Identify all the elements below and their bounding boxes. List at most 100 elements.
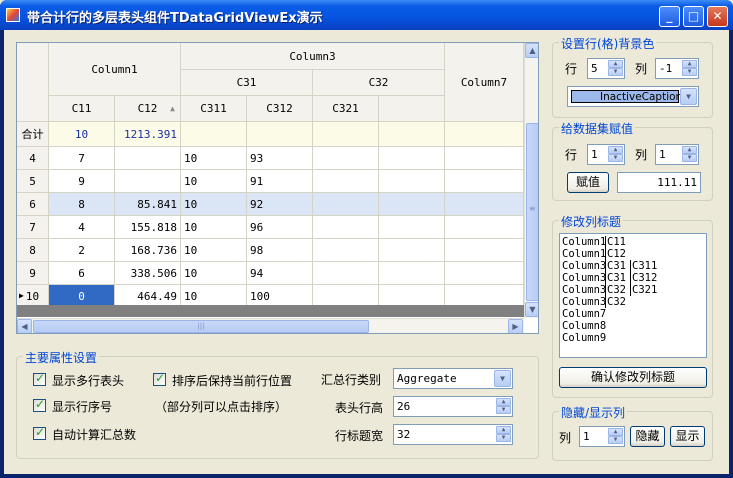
spin-up-icon[interactable]: ▲	[608, 60, 623, 68]
close-button[interactable]: ✕	[707, 6, 728, 27]
header-c321[interactable]: C321	[313, 96, 379, 122]
header-c12[interactable]: C12 ▲	[115, 96, 181, 122]
spin-up-icon[interactable]: ▲	[682, 146, 697, 154]
keep-row-checkbox[interactable]	[153, 371, 166, 386]
cell-c11[interactable]: 4	[49, 216, 115, 239]
cell-c312[interactable]: 92	[247, 193, 313, 216]
spin-up-icon[interactable]: ▲	[608, 146, 623, 154]
header-c31[interactable]: C31	[181, 70, 313, 96]
caption-list-item[interactable]: C321	[632, 284, 657, 296]
cell-c321[interactable]	[313, 262, 379, 285]
vertical-scroll-thumb[interactable]: ≡	[526, 123, 538, 301]
cell-c321[interactable]	[313, 193, 379, 216]
multi-header-checkbox[interactable]	[33, 371, 46, 386]
header-column7[interactable]: Column7	[445, 43, 524, 122]
header-c32[interactable]: C32	[313, 70, 445, 96]
cell-column7[interactable]	[445, 193, 524, 216]
row-header-width-spinner[interactable]: 32 ▲ ▼	[393, 424, 513, 445]
cell-c11[interactable]: 2	[49, 239, 115, 262]
spin-up-icon[interactable]: ▲	[682, 60, 697, 68]
hide-col-spin-buttons[interactable]: ▲ ▼	[608, 428, 623, 445]
spin-up-icon[interactable]: ▲	[608, 428, 623, 436]
scroll-right-button[interactable]: ▶	[508, 319, 523, 333]
row-header[interactable]: 9	[17, 262, 49, 285]
spin-down-icon[interactable]: ▼	[496, 406, 511, 414]
keep-row-label[interactable]: 排序后保持当前行位置	[172, 372, 292, 389]
header-c322[interactable]	[379, 96, 445, 122]
auto-sum-label[interactable]: 自动计算汇总数	[52, 426, 136, 443]
sum-type-combobox[interactable]: Aggregate ▼	[393, 368, 513, 389]
spin-up-icon[interactable]: ▲	[496, 426, 511, 434]
show-button[interactable]: 显示	[670, 426, 705, 447]
cell-c322[interactable]	[379, 262, 445, 285]
grid-vertical-scrollbar[interactable]: ▲ ≡ ▼	[524, 43, 538, 318]
spin-down-icon[interactable]: ▼	[682, 68, 697, 76]
header-c311[interactable]: C311	[181, 96, 247, 122]
cell-c311[interactable]: 10	[181, 170, 247, 193]
cell-c12[interactable]: 85.841	[115, 193, 181, 216]
spin-down-icon[interactable]: ▼	[496, 434, 511, 442]
cell-c12[interactable]	[115, 147, 181, 170]
header-column1[interactable]: Column1	[49, 43, 181, 96]
bgcolor-col-spin-buttons[interactable]: ▲ ▼	[682, 60, 697, 77]
bgcolor-col-spinner[interactable]: -1 ▲ ▼	[655, 58, 699, 79]
caption-list-item[interactable]: C311	[632, 260, 657, 272]
caption-list-item[interactable]: Column1	[562, 248, 606, 260]
hide-col-spinner[interactable]: 1 ▲ ▼	[579, 426, 625, 447]
row-header[interactable]: 8	[17, 239, 49, 262]
confirm-caption-button[interactable]: 确认修改列标题	[559, 367, 707, 388]
cell-c12[interactable]: 338.506	[115, 262, 181, 285]
row-header[interactable]: 4	[17, 147, 49, 170]
caption-list-item[interactable]: C12	[607, 248, 626, 260]
caption-list-item[interactable]: Column3	[562, 272, 606, 284]
caption-list-item[interactable]: C32	[607, 284, 626, 296]
bgcolor-row-spinner[interactable]: 5 ▲ ▼	[587, 58, 625, 79]
cell-column7[interactable]	[445, 239, 524, 262]
spin-down-icon[interactable]: ▼	[682, 154, 697, 162]
cell-column7[interactable]	[445, 262, 524, 285]
title-bar[interactable]: 带合计行的多层表头组件TDataGridViewEx演示 _ □ ✕	[0, 0, 733, 30]
minimize-button[interactable]: _	[659, 6, 680, 27]
cell-c322[interactable]	[379, 193, 445, 216]
scroll-down-button[interactable]: ▼	[525, 302, 538, 317]
cell-c311[interactable]: 10	[181, 262, 247, 285]
caption-list-item[interactable]: Column3	[562, 260, 606, 272]
spin-up-icon[interactable]: ▲	[496, 398, 511, 406]
caption-list-item[interactable]: Column1	[562, 236, 606, 248]
header-column3[interactable]: Column3	[181, 43, 445, 70]
maximize-button[interactable]: □	[683, 6, 704, 27]
multi-header-label[interactable]: 显示多行表头	[52, 372, 124, 389]
assign-row-spinner[interactable]: 1 ▲ ▼	[587, 144, 625, 165]
cell-c11[interactable]: 7	[49, 147, 115, 170]
cell-c321[interactable]	[313, 147, 379, 170]
caption-list-item[interactable]: Column3	[562, 296, 606, 308]
row-header[interactable]: 7	[17, 216, 49, 239]
horizontal-scroll-thumb[interactable]: |||	[33, 320, 369, 333]
sum-type-dropdown-icon[interactable]: ▼	[494, 370, 511, 387]
cell-c322[interactable]	[379, 147, 445, 170]
cell-column7[interactable]	[445, 216, 524, 239]
cell-c12[interactable]: 155.818	[115, 216, 181, 239]
app-icon[interactable]	[6, 8, 20, 22]
header-c312[interactable]: C312	[247, 96, 313, 122]
cell-c312[interactable]: 94	[247, 262, 313, 285]
cell-c311[interactable]: 10	[181, 193, 247, 216]
caption-list-item[interactable]: Column3	[562, 284, 606, 296]
color-dropdown-button[interactable]: ▼	[680, 88, 697, 105]
caption-list-item[interactable]: C11	[607, 236, 626, 248]
cell-c311[interactable]: 10	[181, 239, 247, 262]
assign-button[interactable]: 赋值	[567, 172, 609, 193]
row-number-label[interactable]: 显示行序号	[52, 398, 112, 415]
cell-c12[interactable]	[115, 170, 181, 193]
header-height-spin-buttons[interactable]: ▲ ▼	[496, 398, 511, 415]
color-combobox[interactable]: InactiveCaption ▼	[567, 86, 699, 107]
bgcolor-row-spin-buttons[interactable]: ▲ ▼	[608, 60, 623, 77]
row-header[interactable]: 6	[17, 193, 49, 216]
cell-c321[interactable]	[313, 170, 379, 193]
caption-list-item[interactable]: Column8	[562, 320, 606, 332]
assign-value-input[interactable]: 111.11	[617, 172, 701, 193]
spin-down-icon[interactable]: ▼	[608, 154, 623, 162]
auto-sum-checkbox[interactable]	[33, 425, 46, 440]
cell-c12[interactable]: 168.736	[115, 239, 181, 262]
caption-list-item[interactable]: C312	[632, 272, 657, 284]
